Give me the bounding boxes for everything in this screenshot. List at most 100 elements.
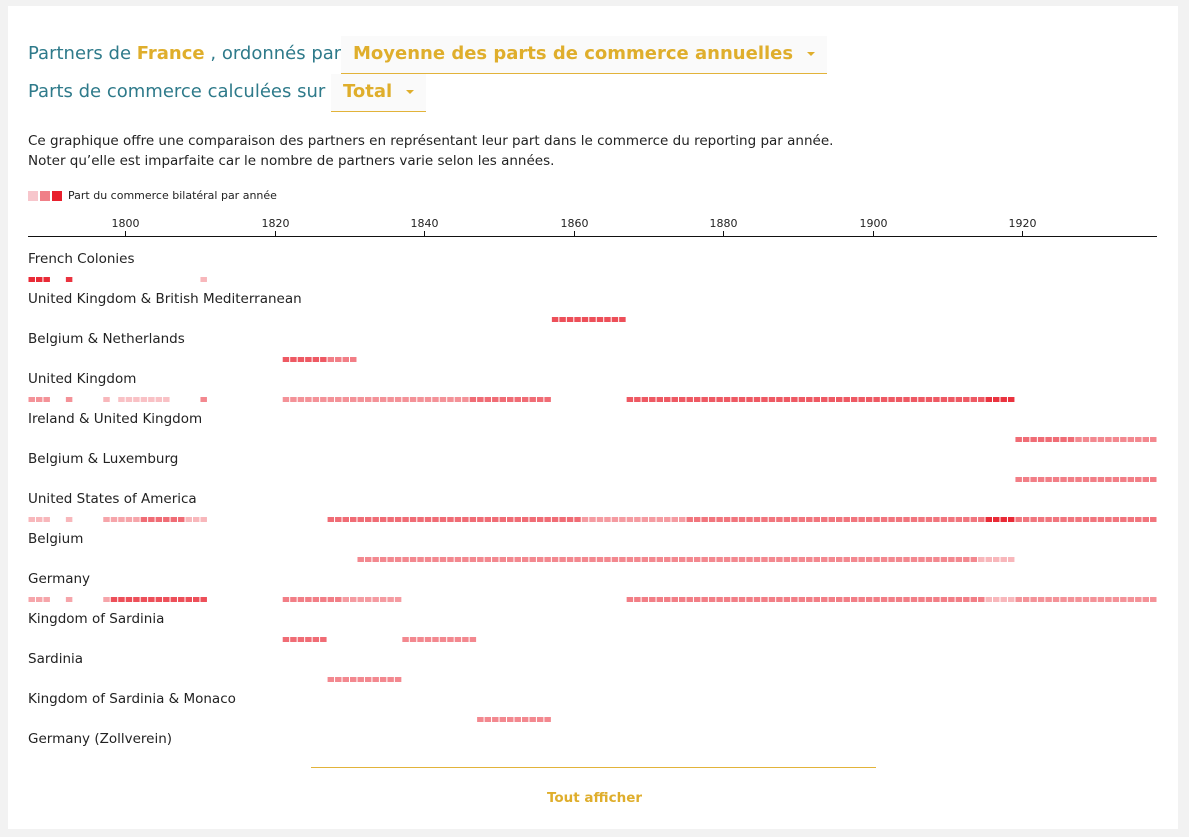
heat-cell bbox=[581, 317, 589, 322]
heat-cell bbox=[993, 557, 1000, 562]
heat-cell bbox=[1105, 597, 1112, 602]
heat-cell bbox=[335, 517, 342, 522]
heat-cell bbox=[544, 717, 551, 722]
heat-cell bbox=[447, 557, 454, 562]
heat-cell bbox=[701, 517, 708, 522]
heat-cell bbox=[813, 517, 821, 522]
heat-cell bbox=[776, 557, 783, 562]
heat-cell bbox=[955, 517, 963, 522]
show-all-button[interactable]: Tout afficher bbox=[0, 790, 1189, 806]
heat-cell bbox=[649, 517, 656, 522]
heat-cell bbox=[731, 557, 738, 562]
partner-label: United Kingdom bbox=[28, 371, 136, 387]
heat-cell bbox=[693, 517, 701, 522]
heat-cell bbox=[484, 397, 492, 402]
heat-cell bbox=[364, 677, 372, 682]
heat-cell bbox=[402, 557, 409, 562]
heat-cell bbox=[1000, 397, 1007, 402]
heat-cell bbox=[439, 517, 447, 522]
heat-cell bbox=[28, 397, 35, 402]
heat-cell bbox=[409, 637, 417, 642]
heat-cell bbox=[140, 597, 148, 602]
heat-cell bbox=[574, 517, 581, 522]
heat-cell bbox=[484, 717, 492, 722]
heat-cell bbox=[918, 557, 925, 562]
heat-cell bbox=[282, 357, 290, 362]
partner-label: Sardinia bbox=[28, 651, 83, 667]
heat-cell bbox=[43, 397, 50, 402]
heat-cell bbox=[43, 597, 50, 602]
heatmap-chart: 1800 1820 1840 1860 1880 1900 1920 French Colon… bbox=[28, 217, 1157, 747]
heat-cell bbox=[858, 597, 865, 602]
heat-cell bbox=[551, 557, 559, 562]
heat-cell bbox=[761, 597, 768, 602]
heat-cell bbox=[761, 397, 768, 402]
heat-cell bbox=[1052, 517, 1060, 522]
heat-cell bbox=[738, 597, 746, 602]
heat-cell bbox=[1022, 477, 1030, 482]
heat-cell bbox=[357, 557, 364, 562]
heat-cell bbox=[1090, 517, 1097, 522]
heat-cell bbox=[1135, 597, 1142, 602]
heat-cell bbox=[364, 397, 372, 402]
heat-cell bbox=[753, 397, 761, 402]
heat-cell bbox=[963, 557, 970, 562]
heat-cell bbox=[768, 597, 776, 602]
heat-cell bbox=[178, 517, 185, 522]
heat-cell bbox=[888, 517, 895, 522]
heat-cell bbox=[439, 397, 447, 402]
heat-cell bbox=[394, 557, 402, 562]
heat-cell bbox=[993, 517, 1000, 522]
heat-cell bbox=[1082, 437, 1090, 442]
heat-cell bbox=[200, 277, 207, 282]
heat-cell bbox=[462, 517, 469, 522]
heat-cell bbox=[626, 597, 634, 602]
heat-cell bbox=[1060, 597, 1067, 602]
heat-cell bbox=[880, 517, 888, 522]
heat-cell bbox=[1000, 597, 1007, 602]
heat-cell bbox=[821, 397, 828, 402]
heat-cell bbox=[192, 517, 200, 522]
heat-cell bbox=[499, 517, 507, 522]
heat-cell bbox=[1067, 597, 1075, 602]
heat-cell bbox=[664, 597, 671, 602]
heat-cell bbox=[514, 397, 521, 402]
heat-cell bbox=[297, 357, 305, 362]
heat-cell bbox=[335, 677, 342, 682]
heat-cell bbox=[865, 597, 873, 602]
heat-cell bbox=[65, 517, 73, 522]
heat-cell bbox=[746, 517, 753, 522]
heat-cell bbox=[1112, 597, 1120, 602]
heat-cell bbox=[850, 397, 858, 402]
heat-cell bbox=[394, 517, 402, 522]
heat-cell bbox=[596, 317, 604, 322]
heat-cell bbox=[1007, 517, 1015, 522]
heat-cell bbox=[1120, 597, 1127, 602]
heat-cell bbox=[955, 557, 963, 562]
heat-cell bbox=[364, 517, 372, 522]
heat-cell bbox=[985, 517, 993, 522]
heat-cell bbox=[895, 397, 903, 402]
heat-cell bbox=[634, 597, 641, 602]
heat-cell bbox=[664, 397, 671, 402]
heat-cell bbox=[350, 397, 357, 402]
heat-cell bbox=[469, 557, 477, 562]
heat-cell bbox=[850, 557, 858, 562]
heat-cell bbox=[850, 517, 858, 522]
heat-cell bbox=[394, 677, 402, 682]
heat-cell bbox=[148, 397, 155, 402]
heat-cell bbox=[312, 357, 320, 362]
heat-cell bbox=[783, 597, 791, 602]
heat-cell bbox=[536, 517, 544, 522]
x-tick-label: 1800 bbox=[112, 217, 140, 230]
heat-cell bbox=[1150, 477, 1157, 482]
heat-cell bbox=[1150, 517, 1157, 522]
heat-cell bbox=[686, 397, 693, 402]
heat-cell bbox=[581, 557, 589, 562]
heat-cell bbox=[297, 637, 305, 642]
heat-cell bbox=[507, 517, 514, 522]
heat-cell bbox=[993, 597, 1000, 602]
heat-cell bbox=[678, 517, 686, 522]
heat-cell bbox=[320, 597, 327, 602]
heat-cell bbox=[350, 597, 357, 602]
